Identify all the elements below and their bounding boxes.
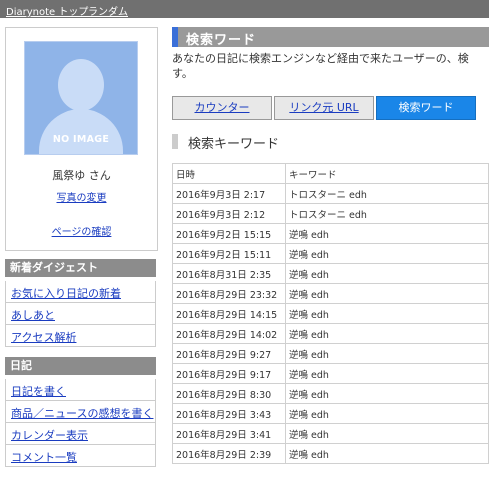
page-title-bar: 検索ワード xyxy=(172,27,489,48)
avatar-body-shape xyxy=(39,109,123,154)
tab-referrer-url[interactable]: リンク元 URL xyxy=(274,96,374,120)
cell-keyword: トロスターニ edh xyxy=(285,203,489,224)
sidebar-item-label[interactable]: コメント一覧 xyxy=(11,449,77,465)
page-title: 検索ワード xyxy=(186,33,257,48)
tab-label: リンク元 URL xyxy=(289,101,359,114)
cell-datetime: 2016年8月29日 14:15 xyxy=(172,303,286,324)
cell-datetime: 2016年8月29日 14:02 xyxy=(172,323,286,344)
avatar-head-shape xyxy=(58,59,104,111)
cell-datetime: 2016年8月29日 9:27 xyxy=(172,343,286,364)
table-row: 2016年8月29日 14:02 逆鳴 edh xyxy=(172,323,489,344)
sidebar-digest-header: 新着ダイジェスト xyxy=(5,259,156,277)
cell-keyword: 逆鳴 edh xyxy=(285,263,489,284)
sidebar-item-write-diary[interactable]: 日記を書く xyxy=(5,379,156,401)
cell-keyword: 逆鳴 edh xyxy=(285,283,489,304)
cell-datetime: 2016年9月2日 15:15 xyxy=(172,223,286,244)
cell-datetime: 2016年9月2日 15:11 xyxy=(172,243,286,264)
section-title-text: 検索キーワード xyxy=(188,137,280,152)
table-row: 2016年8月31日 2:35 逆鳴 edh xyxy=(172,263,489,284)
sidebar-item-label[interactable]: カレンダー表示 xyxy=(11,427,88,443)
table-row: 2016年8月29日 9:27 逆鳴 edh xyxy=(172,343,489,364)
cell-datetime: 2016年8月29日 3:43 xyxy=(172,403,286,424)
sidebar-item-label[interactable]: あしあと xyxy=(11,307,55,323)
tab-label: 検索ワード xyxy=(398,101,454,114)
cell-datetime: 2016年8月29日 23:32 xyxy=(172,283,286,304)
sidebar-item-comments[interactable]: コメント一覧 xyxy=(5,445,156,467)
cell-keyword: 逆鳴 edh xyxy=(285,223,489,244)
table-row: 2016年8月29日 14:15 逆鳴 edh xyxy=(172,303,489,324)
table-row: 2016年8月29日 2:39 逆鳴 edh xyxy=(172,443,489,464)
cell-keyword: 逆鳴 edh xyxy=(285,303,489,324)
table-row: 2016年8月29日 8:30 逆鳴 edh xyxy=(172,383,489,404)
cell-keyword: 逆鳴 edh xyxy=(285,383,489,404)
tab-search-words[interactable]: 検索ワード xyxy=(376,96,476,120)
cell-keyword: 逆鳴 edh xyxy=(285,243,489,264)
cell-datetime: 2016年8月29日 2:39 xyxy=(172,443,286,464)
cell-datetime: 2016年9月3日 2:12 xyxy=(172,203,286,224)
table-row: 2016年9月3日 2:12 トロスターニ edh xyxy=(172,203,489,224)
tab-label: カウンター xyxy=(194,101,250,114)
cell-keyword: 逆鳴 edh xyxy=(285,403,489,424)
table-header-row: 日時 キーワード xyxy=(172,163,489,184)
title-accent-mark xyxy=(172,27,178,47)
description-line: す。 xyxy=(172,67,193,80)
table-row: 2016年9月2日 15:15 逆鳴 edh xyxy=(172,223,489,244)
cell-keyword: 逆鳴 edh xyxy=(285,323,489,344)
cell-datetime: 2016年9月3日 2:17 xyxy=(172,183,286,204)
table-body: 2016年9月3日 2:17 トロスターニ edh 2016年9月3日 2:12 トロ… xyxy=(172,183,489,464)
sidebar-item-favorites-new[interactable]: お気に入り日記の新着 xyxy=(5,281,156,303)
sidebar-item-label[interactable]: 日記を書く xyxy=(11,383,66,399)
profile-name: 風祭ゆ さん xyxy=(52,169,111,182)
table-row: 2016年9月2日 15:11 逆鳴 edh xyxy=(172,243,489,264)
profile-box: NO IMAGE 風祭ゆ さん 写真の変更 ページの確認 xyxy=(5,27,158,251)
sidebar-item-access-analysis[interactable]: アクセス解析 xyxy=(5,325,156,347)
table-row: 2016年8月29日 3:41 逆鳴 edh xyxy=(172,423,489,444)
sidebar-item-label[interactable]: お気に入り日記の新着 xyxy=(11,285,121,301)
cell-datetime: 2016年8月31日 2:35 xyxy=(172,263,286,284)
no-image-label: NO IMAGE xyxy=(52,134,110,145)
cell-datetime: 2016年8月29日 9:17 xyxy=(172,363,286,384)
sidebar-item-footprints[interactable]: あしあと xyxy=(5,303,156,325)
sidebar-item-calendar[interactable]: カレンダー表示 xyxy=(5,423,156,445)
search-keyword-table: 日時 キーワード 2016年9月3日 2:17 トロスターニ edh 2016年9月… xyxy=(172,163,489,464)
description-line: あなたの日記に検索エンジンなど経由で来たユーザーの、検 xyxy=(172,52,469,65)
table-row: 2016年8月29日 9:17 逆鳴 edh xyxy=(172,363,489,384)
sidebar-item-label[interactable]: アクセス解析 xyxy=(11,329,76,345)
column-header-keyword: キーワード xyxy=(285,163,489,184)
topnav-link-diarynote-top[interactable]: Diarynote トップ xyxy=(6,3,88,18)
cell-keyword: 逆鳴 edh xyxy=(285,443,489,464)
cell-keyword: 逆鳴 edh xyxy=(285,363,489,384)
cell-datetime: 2016年8月29日 8:30 xyxy=(172,383,286,404)
top-nav-bar: Diarynote トップ ランダム xyxy=(0,0,489,18)
topnav-link-random[interactable]: ランダム xyxy=(88,3,128,18)
page-description: あなたの日記に検索エンジンなど経由で来たユーザーの、検 す。 xyxy=(172,51,489,81)
photo-change-link[interactable]: 写真の変更 xyxy=(6,189,157,204)
tab-counter[interactable]: カウンター xyxy=(172,96,272,120)
sidebar-item-write-review[interactable]: 商品／ニュースの感想を書く xyxy=(5,401,156,423)
sidebar-item-label[interactable]: 商品／ニュースの感想を書く xyxy=(11,405,153,421)
column-header-datetime: 日時 xyxy=(172,163,286,184)
avatar: NO IMAGE xyxy=(24,41,138,155)
cell-datetime: 2016年8月29日 3:41 xyxy=(172,423,286,444)
cell-keyword: 逆鳴 edh xyxy=(285,343,489,364)
sidebar-diary-header: 日記 xyxy=(5,357,156,375)
page-check-link[interactable]: ページの確認 xyxy=(6,223,157,238)
cell-keyword: トロスターニ edh xyxy=(285,183,489,204)
section-title-mark xyxy=(172,134,178,149)
table-row: 2016年8月29日 23:32 逆鳴 edh xyxy=(172,283,489,304)
table-row: 2016年8月29日 3:43 逆鳴 edh xyxy=(172,403,489,424)
table-row: 2016年9月3日 2:17 トロスターニ edh xyxy=(172,183,489,204)
cell-keyword: 逆鳴 edh xyxy=(285,423,489,444)
